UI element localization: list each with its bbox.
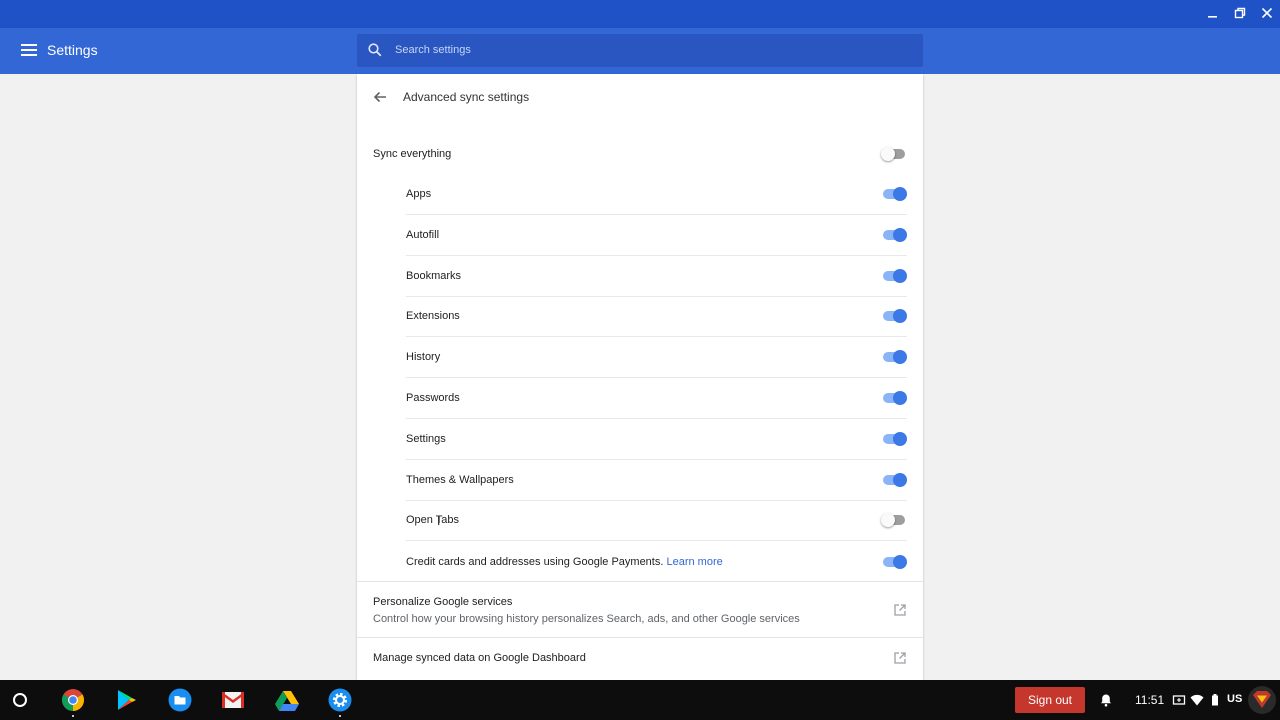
shelf: Sign out 11:51 US [0,680,1280,720]
sync-item-label: History [406,351,440,363]
sync-item-text: Settings [406,432,446,445]
sync-item-row: Extensions [406,296,907,338]
link-title: Personalize Google services [373,596,513,608]
running-indicator [72,715,74,717]
sync-item-row: History [406,337,907,379]
personalize-google-services-link[interactable]: Personalize Google services Control how … [357,581,923,637]
minimize-icon[interactable] [1203,4,1223,24]
chrome-icon[interactable] [61,688,85,712]
close-icon[interactable] [1257,4,1277,24]
search-input[interactable]: Search settings [357,34,923,67]
keyboard-layout[interactable]: US [1227,693,1242,705]
sync-item-label: Bookmarks [406,270,461,282]
sync-item-toggle[interactable] [881,554,907,569]
clock[interactable]: 11:51 [1135,693,1164,707]
sync-item-label: Credit cards and addresses using Google … [406,556,723,568]
sync-item-text: Passwords [406,392,460,404]
sync-everything-row: Sync everything [373,135,907,173]
running-indicator [339,715,341,717]
gmail-icon[interactable] [221,688,245,712]
sync-item-text: Open Tabs [406,514,460,527]
screen-capture-icon[interactable] [1172,693,1186,707]
sync-everything-label: Sync everything [373,148,452,160]
sync-everything-toggle[interactable] [881,147,907,161]
sync-item-text: History [406,351,441,364]
sync-item-text: Autofill [406,228,440,241]
restore-icon[interactable] [1230,4,1250,24]
sync-item-row: Bookmarks [406,256,907,297]
sync-item-row: Themes & Wallpapers [406,460,907,501]
link-title: Manage synced data on Google Dashboard [373,652,586,664]
link-description: Control how your browsing history person… [373,613,800,625]
sync-item-toggle[interactable] [881,227,907,242]
sync-item-label: Extensions [406,310,460,322]
window-titlebar [0,0,1280,28]
sync-item-label: Open Tabs [406,514,459,526]
sync-item-text: Bookmarks [406,269,462,282]
sync-item-toggle[interactable] [881,187,907,201]
search-placeholder: Search settings [395,44,471,56]
avatar[interactable] [1248,686,1276,714]
sync-item-toggle[interactable] [881,268,907,283]
google-dashboard-link[interactable]: Manage synced data on Google Dashboard [357,637,923,680]
wifi-icon[interactable] [1190,693,1204,707]
menu-icon[interactable] [21,44,37,58]
sync-item-row: Credit cards and addresses using Google … [406,541,907,582]
search-icon [368,43,382,57]
sync-item-toggle[interactable] [881,513,907,528]
sync-item-row: Settings [406,419,907,460]
sync-item-text: Themes & Wallpapers [406,473,514,486]
battery-icon[interactable] [1209,693,1221,707]
sync-item-toggle[interactable] [881,391,907,405]
settings-icon[interactable] [328,688,352,712]
play-store-icon[interactable] [114,688,138,712]
sync-item-row: Open Tabs [406,500,907,542]
text-cursor-icon: I [437,514,441,528]
learn-more-link[interactable]: Learn more [666,556,722,568]
files-icon[interactable] [168,688,192,712]
sync-item-label: Apps [406,188,431,200]
sync-item-label: Autofill [406,229,439,241]
drive-icon[interactable] [275,688,299,712]
sync-item-label: Themes & Wallpapers [406,474,514,486]
sync-item-text: Extensions [406,310,460,323]
external-link-icon [894,604,906,616]
sync-item-toggle[interactable] [881,431,907,446]
sync-item-row: Autofill [406,215,907,256]
launcher-icon[interactable] [13,693,27,707]
sync-item-toggle[interactable] [881,472,907,487]
sync-item-row: Apps [406,174,907,215]
sign-out-button[interactable]: Sign out [1015,687,1085,713]
settings-header: Settings Search settings [0,28,1280,74]
sync-item-toggle[interactable] [881,350,907,365]
sync-item-row: Passwords [406,378,907,419]
sync-item-toggle[interactable] [881,309,907,324]
sync-item-label: Passwords [406,392,460,404]
settings-card: Advanced sync settings Sync everything A… [357,74,923,680]
sync-item-text: Apps [406,188,432,200]
subpage-title: Advanced sync settings [403,90,530,104]
page-title: Settings [47,42,98,58]
notification-bell-icon[interactable] [1099,693,1113,707]
back-arrow-icon[interactable] [372,89,388,105]
external-link-icon [894,652,906,664]
sync-item-text: Credit cards and addresses using Google … [406,555,664,568]
sync-item-label: Settings [406,433,446,445]
